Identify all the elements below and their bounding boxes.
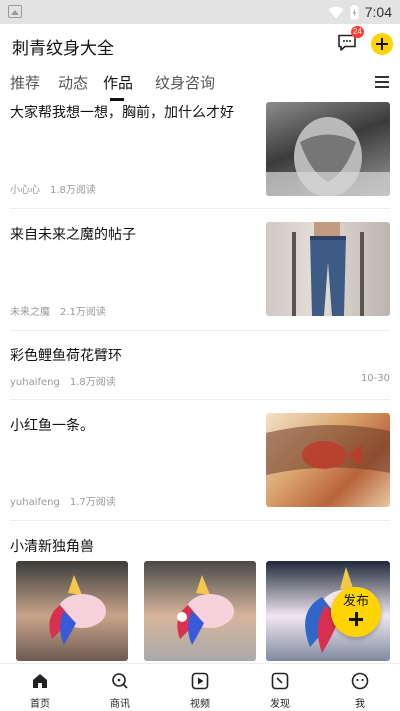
divider (10, 520, 390, 521)
status-bar-right: 7:04 (328, 3, 392, 21)
post-meta: yuhaifeng 1.8万阅读 (10, 373, 116, 388)
nav-label: 我 (355, 699, 365, 710)
red-fish-armband-photo[interactable] (266, 413, 390, 507)
divider (10, 330, 390, 331)
chest-tattoo-illustration (266, 117, 390, 196)
unicorn-illustration (49, 575, 106, 645)
post-item[interactable]: 大家帮我想一想，胸前，加什么才好 小心心 1.8万阅读 (0, 102, 400, 208)
feed-list[interactable]: 大家帮我想一想，胸前，加什么才好 小心心 1.8万阅读 来自未来之魔的帖子 未来之… (0, 102, 400, 663)
tab-recommend[interactable]: 推荐 (10, 72, 40, 93)
search-icon (112, 673, 128, 689)
plus-icon (349, 612, 363, 626)
post-author: 小心心 (10, 185, 40, 196)
publish-label: 发布 (342, 594, 369, 609)
tab-consult[interactable]: 纹身咨询 (155, 72, 215, 93)
status-time: 7:04 (364, 4, 392, 20)
post-author: yuhaifeng (10, 377, 60, 388)
nav-news[interactable]: 商讯 (80, 664, 160, 711)
post-meta: 小心心 1.8万阅读 (10, 181, 96, 196)
red-fish-illustration (266, 424, 390, 475)
menu-icon[interactable] (375, 76, 389, 88)
chest-tattoo-photo[interactable] (266, 102, 390, 196)
post-title[interactable]: 来自未来之魔的帖子 (10, 224, 136, 244)
post-title[interactable]: 小清新独角兽 (10, 536, 94, 556)
profile-icon (351, 672, 369, 690)
post-item[interactable]: 来自未来之魔的帖子 未来之魔 2.1万阅读 (0, 222, 400, 330)
nav-label: 商讯 (110, 699, 130, 710)
status-bar: 7:04 (0, 0, 400, 24)
post-author: 未来之魔 (10, 307, 50, 318)
bottom-nav: 首页 商讯 视频 发现 我 (0, 663, 400, 711)
tab-works[interactable]: 作品 (103, 72, 133, 93)
jeans-illustration (292, 222, 364, 316)
post-reads: 2.1万阅读 (60, 307, 106, 318)
unicorn-tattoo-photo[interactable] (16, 561, 128, 661)
app-bar: 刺青纹身大全 24 (0, 24, 400, 66)
jeans-photo[interactable] (266, 222, 390, 316)
tab-bar: 推荐 动态 作品 纹身咨询 (0, 66, 400, 102)
tab-indicator (110, 98, 124, 101)
nav-home[interactable]: 首页 (0, 664, 80, 711)
discover-icon (271, 672, 289, 690)
video-icon (191, 672, 209, 690)
post-reads: 1.7万阅读 (69, 497, 116, 508)
post-meta: 未来之魔 2.1万阅读 (10, 303, 106, 318)
app-title: 刺青纹身大全 (12, 39, 114, 59)
post-item[interactable]: 彩色鲤鱼荷花臂环 yuhaifeng 1.8万阅读 10-30 (0, 345, 400, 400)
wifi-icon (328, 6, 344, 18)
unicorn-tattoo-photo[interactable] (144, 561, 256, 661)
add-icon[interactable] (371, 33, 393, 55)
post-title[interactable]: 大家帮我想一想，胸前，加什么才好 (10, 102, 234, 122)
nav-video[interactable]: 视频 (160, 664, 240, 711)
post-reads: 1.8万阅读 (50, 185, 96, 196)
battery-charging-icon (350, 4, 359, 19)
post-title[interactable]: 彩色鲤鱼荷花臂环 (10, 345, 122, 365)
post-reads: 1.8万阅读 (69, 377, 116, 388)
divider (10, 399, 390, 400)
post-meta: yuhaifeng 1.7万阅读 (10, 493, 116, 508)
publish-button[interactable]: 发布 (331, 587, 381, 637)
nav-label: 视频 (190, 699, 210, 710)
post-item[interactable]: 小红鱼一条。 yuhaifeng 1.7万阅读 (0, 413, 400, 521)
nav-profile[interactable]: 我 (320, 664, 400, 711)
post-author: yuhaifeng (10, 497, 60, 508)
tab-feed[interactable]: 动态 (58, 72, 88, 93)
divider (10, 208, 390, 209)
gallery-icon (8, 5, 22, 18)
nav-discover[interactable]: 发现 (240, 664, 320, 711)
post-title[interactable]: 小红鱼一条。 (10, 415, 94, 435)
message-badge: 24 (351, 26, 364, 38)
post-date: 10-30 (360, 373, 390, 384)
nav-label: 首页 (30, 699, 50, 710)
home-icon (33, 674, 47, 688)
unicorn-illustration (177, 575, 234, 645)
nav-label: 发现 (270, 699, 290, 710)
